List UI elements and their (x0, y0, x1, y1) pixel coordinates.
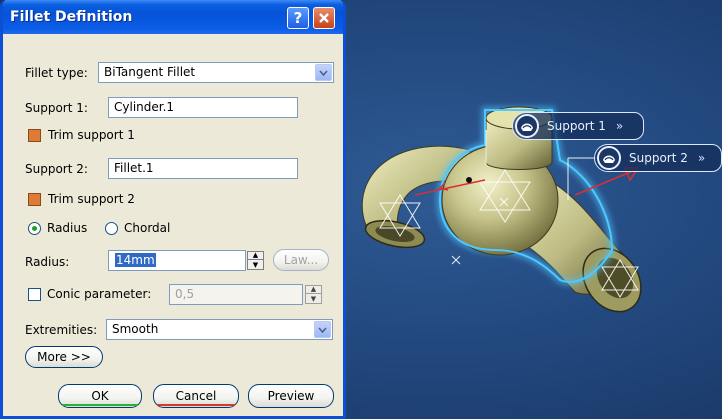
ok-button[interactable]: OK (58, 384, 142, 408)
radius-value: 14mm (115, 253, 156, 267)
ok-button-label: OK (91, 389, 109, 403)
conic-parameter-label: Conic parameter: (47, 287, 152, 301)
fillet-type-label: Fillet type: (25, 66, 88, 80)
title-bar[interactable]: Fillet Definition ? (3, 0, 343, 34)
support2-callout-label: Support 2 (629, 151, 688, 165)
dialog-title: Fillet Definition (10, 9, 133, 25)
preview-button[interactable]: Preview (248, 384, 334, 408)
radius-label: Radius: (25, 255, 70, 269)
trim-support2-label: Trim support 2 (48, 192, 135, 206)
radius-spinner[interactable]: ▲ ▼ (247, 251, 264, 270)
spin-down-icon[interactable]: ▼ (248, 261, 263, 269)
chordal-option-label: Chordal (124, 221, 171, 235)
spin-down-icon[interactable]: ▼ (306, 295, 321, 303)
conic-parameter-field[interactable]: 0,5 (169, 284, 303, 305)
help-icon[interactable]: ? (287, 7, 309, 29)
conic-spinner[interactable]: ▲ ▼ (305, 285, 322, 304)
chevron-down-icon[interactable] (314, 321, 331, 338)
support1-field[interactable]: Cylinder.1 (108, 97, 298, 118)
surface-icon (597, 146, 621, 170)
support1-callout-label: Support 1 (547, 119, 606, 133)
conic-parameter-checkbox[interactable] (28, 288, 41, 301)
support2-label: Support 2: (25, 162, 88, 176)
extremities-select[interactable]: Smooth (106, 319, 333, 340)
ok-underline (62, 404, 138, 406)
trim-support1-label: Trim support 1 (48, 128, 135, 142)
extremities-value: Smooth (112, 322, 159, 336)
expand-chevron-icon[interactable]: » (616, 119, 623, 133)
cancel-button-label: Cancel (175, 389, 217, 403)
extremities-label: Extremities: (25, 323, 98, 337)
radius-option-label: Radius (47, 221, 88, 235)
close-icon[interactable] (313, 7, 335, 29)
radius-radio[interactable] (28, 222, 41, 235)
trim-support1-checkbox[interactable] (28, 129, 41, 142)
law-button[interactable]: Law... (273, 249, 329, 271)
trim-support2-checkbox[interactable] (28, 193, 41, 206)
support1-label: Support 1: (25, 101, 88, 115)
expand-chevron-icon[interactable]: » (698, 151, 705, 165)
support2-field[interactable]: Fillet.1 (108, 158, 298, 179)
cancel-underline (157, 404, 235, 406)
spin-up-icon[interactable]: ▲ (248, 252, 263, 260)
chevron-down-icon[interactable] (315, 64, 332, 81)
fillet-definition-dialog: Fillet Definition ? Fillet type: BiTange… (0, 0, 346, 419)
support1-callout[interactable]: Support 1 » (512, 112, 644, 140)
more-button[interactable]: More >> (25, 346, 103, 368)
chordal-radio[interactable] (105, 222, 118, 235)
surface-icon (515, 114, 539, 138)
cancel-button[interactable]: Cancel (153, 384, 239, 408)
fillet-type-value: BiTangent Fillet (104, 65, 196, 79)
fillet-type-select[interactable]: BiTangent Fillet (98, 62, 334, 83)
spin-up-icon[interactable]: ▲ (306, 286, 321, 294)
support2-callout[interactable]: Support 2 » (594, 144, 722, 172)
radius-input[interactable]: 14mm (108, 250, 246, 271)
